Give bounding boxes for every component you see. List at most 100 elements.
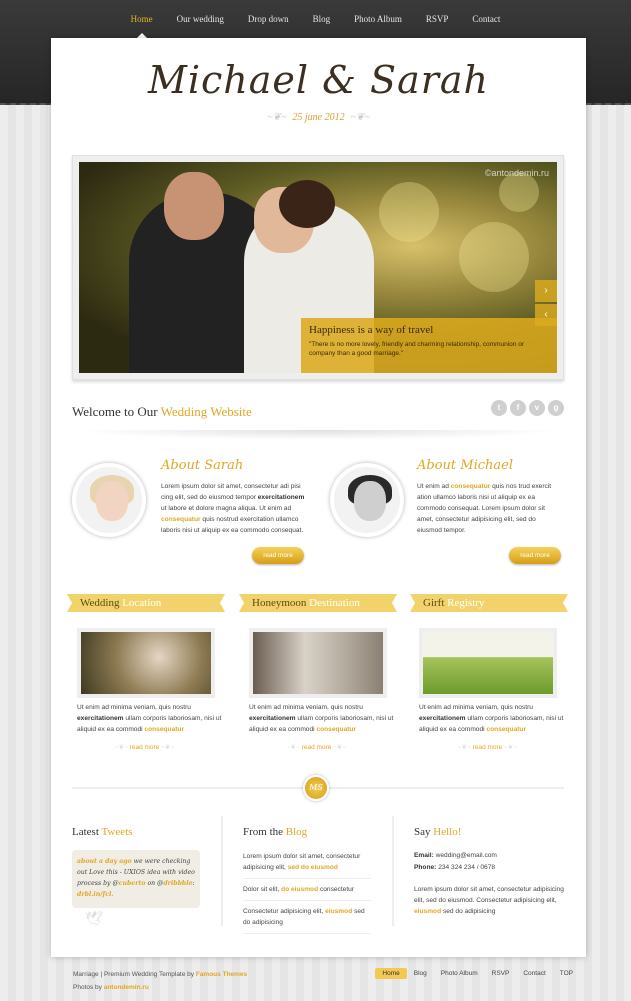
caption-text: "There is no more lovely, friendly and c… (309, 341, 524, 357)
blog-link[interactable]: do eiusmod (281, 886, 318, 893)
ornament-icon: ~❦~ (457, 744, 473, 751)
email-value[interactable]: wedding@email.com (434, 852, 497, 859)
ribbon-title-b: Location (122, 597, 162, 609)
gift-registry-text: Ut enim ad minima veniam, quis nostru ex… (419, 702, 564, 735)
gift-registry-photo[interactable] (419, 628, 557, 698)
tweet-user-link[interactable]: cuberto (119, 880, 146, 887)
footer-nav-contact[interactable]: Contact (516, 968, 552, 979)
footer-nav-photo-album[interactable]: Photo Album (434, 968, 485, 979)
text-bold: exercitationem (419, 715, 466, 722)
text-part: Ut enim ad minima veniam, quis nostru (77, 704, 191, 711)
couple-names-logo[interactable]: Michael & Sarah (51, 58, 586, 102)
footer-nav-top[interactable]: TOP (553, 968, 580, 979)
ornament-icon: ~❦~ (502, 744, 518, 751)
text-bold: exercitationem (257, 494, 305, 501)
twitter-bird-icon: 🕊 (85, 910, 103, 926)
honeymoon-destination-ribbon: Honeymoon Destination (239, 594, 397, 612)
honeymoon-destination-photo[interactable] (249, 628, 387, 698)
nav-our-wedding[interactable]: Our wedding (165, 0, 236, 38)
text-part: Ut enim ad minima veniam, quis nostru (249, 704, 363, 711)
footer-nav-home[interactable]: Home (375, 968, 407, 979)
honeymoon-destination-text: Ut enim ad minima veniam, quis nostru ex… (249, 702, 394, 735)
text-part: Ut enim ad minima veniam, quis nostru (419, 704, 533, 711)
honeymoon-destination-read-more[interactable]: ~❦~ read more ~❦~ (244, 743, 389, 751)
ribbon-title-b: Registry (447, 597, 485, 609)
title-b: Tweets (101, 826, 133, 838)
ornament-icon: ~❦~ (267, 112, 287, 123)
blog-text: Consectetur adipisicing elit, (243, 908, 326, 915)
nav-home[interactable]: Home (119, 0, 165, 38)
image-slider: ©antondemin.ru › ‹ Happiness is a way of… (72, 155, 564, 380)
blog-link[interactable]: sed do eiusmod (288, 864, 338, 871)
text-highlight: consequatur (161, 516, 201, 523)
text-part: quis nos trud exercit ation ullamco labo… (417, 483, 552, 534)
blog-item[interactable]: Lorem ipsum dolor sit amet, consectetur … (243, 851, 371, 879)
text-bold: exercitationem (77, 715, 124, 722)
footer-brand-link[interactable]: Famous Themes (196, 971, 247, 978)
about-sarah-read-more-button[interactable]: read more (252, 547, 304, 564)
slider-next-button[interactable]: › (535, 280, 557, 302)
footer-nav-blog[interactable]: Blog (407, 968, 434, 979)
footer-photos-link[interactable]: antondemin.ru (104, 984, 149, 991)
ornament-icon: ~❦~ (286, 744, 302, 751)
slider-photo: ©antondemin.ru › ‹ Happiness is a way of… (79, 162, 557, 373)
text-part: ut labore et dolore magna aliqua. Ut eni… (161, 505, 292, 512)
gift-registry-read-more[interactable]: ~❦~ read more ~❦~ (415, 743, 560, 751)
nav-contact[interactable]: Contact (460, 0, 512, 38)
ornament-icon: ~❦~ (331, 744, 347, 751)
title-a: From the (243, 826, 286, 838)
footer-nav-rsvp[interactable]: RSVP (485, 968, 517, 979)
footer-text: Photos by (73, 984, 104, 991)
divider-shadow (72, 430, 564, 440)
say-hello-title: Say Hello! (414, 826, 461, 838)
facebook-icon[interactable]: f (510, 400, 526, 416)
column-separator (392, 816, 394, 926)
about-sarah-text: Lorem ipsum dolor sit amet, consectetur … (161, 481, 306, 536)
tweet-text: : (192, 880, 195, 887)
read-more-link[interactable]: read more (302, 744, 332, 751)
phone-value: 234 324 234 / 0678 (436, 864, 496, 871)
tweet-text: on @ (145, 880, 164, 887)
blog-item[interactable]: Dolor sit elit, do eiusmod consectetur (243, 884, 371, 901)
google-icon[interactable]: g (548, 400, 564, 416)
about-michael-title: About Michael (417, 458, 513, 473)
text-part: Ut enim ad (417, 483, 451, 490)
read-more-link[interactable]: read more (130, 744, 160, 751)
nav-rsvp[interactable]: RSVP (414, 0, 461, 38)
about-michael-read-more-button[interactable]: read more (509, 547, 561, 564)
nav-drop-down[interactable]: Drop down (236, 0, 301, 38)
main-page: Michael & Sarah ~❦~ 25 june 2012 ~❦~ ©anto… (51, 38, 586, 957)
wedding-date: ~❦~ 25 june 2012 ~❦~ (51, 112, 586, 123)
nav-blog[interactable]: Blog (301, 0, 343, 38)
tweet-box: about a day ago we were checking out Lov… (72, 850, 200, 908)
photo-watermark: ©antondemin.ru (484, 168, 549, 178)
text-highlight: consequatur (316, 726, 357, 733)
tweet-link[interactable]: drbl.in/fcl. (77, 891, 113, 898)
title-b: Blog (285, 826, 308, 838)
avatar-face (354, 481, 386, 521)
main-nav: Home Our wedding Drop down Blog Photo Al… (0, 0, 631, 38)
nav-photo-album[interactable]: Photo Album (342, 0, 414, 38)
text-highlight: consequatur (450, 483, 491, 490)
sarah-avatar (72, 463, 146, 537)
ribbon-title-b: Destination (309, 597, 360, 609)
tweet-time[interactable]: about a day ago (77, 858, 132, 865)
wedding-location-read-more[interactable]: ~❦~ read more ~❦~ (72, 743, 217, 751)
avatar-face (96, 481, 128, 521)
read-more-link[interactable]: read more (473, 744, 503, 751)
tweet-user-link[interactable]: dribbble (163, 880, 192, 887)
wedding-location-photo[interactable] (77, 628, 215, 698)
blog-link[interactable]: eiusmod (325, 908, 352, 915)
vimeo-icon[interactable]: v (529, 400, 545, 416)
column-separator (221, 816, 223, 926)
blog-item[interactable]: Consectetur adipisicing elit, eiusmod se… (243, 906, 371, 934)
contact-text-part: sed do adipisicing (441, 908, 496, 915)
groom-head (164, 172, 224, 240)
twitter-icon[interactable]: t (491, 400, 507, 416)
text-highlight: consequatur (144, 726, 185, 733)
footer-line-2: Photos by antondemin.ru (73, 981, 247, 994)
about-sarah-title: About Sarah (161, 458, 244, 473)
gift-registry-ribbon: Girft Registry (410, 594, 568, 612)
social-links: t f v g (491, 400, 564, 416)
caption-title: Happiness is a way of travel (309, 324, 434, 336)
